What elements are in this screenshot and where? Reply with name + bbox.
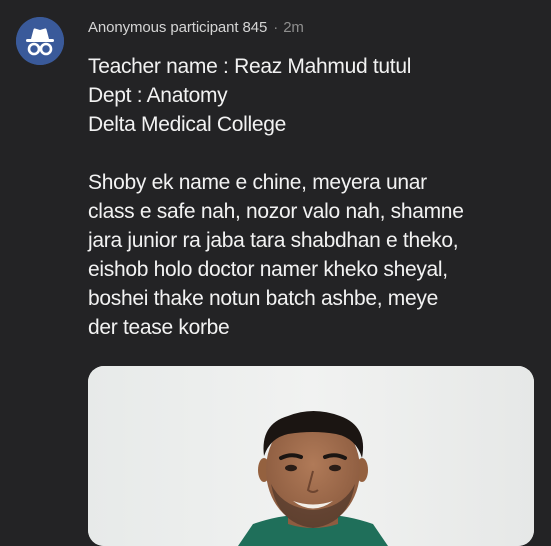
message-line: boshei thake notun batch ashbe, meye: [88, 287, 438, 310]
teacher-name-line: Teacher name : Reaz Mahmud tutul: [88, 55, 412, 78]
college-line: Delta Medical College: [88, 113, 286, 136]
message-line: eishob holo doctor namer kheko sheyal,: [88, 258, 448, 281]
post-body: Teacher name : Reaz Mahmud tutul Dept : …: [88, 52, 543, 342]
message-line: Shoby ek name e chine, meyera unar: [88, 171, 427, 194]
post-timestamp[interactable]: 2m: [283, 19, 304, 36]
department-line: Dept : Anatomy: [88, 84, 228, 107]
message-line: der tease korbe: [88, 316, 230, 339]
message-line: jara junior ra jaba tara shabdhan e thek…: [88, 229, 459, 252]
anonymous-post: Anonymous participant 845 · 2m Teacher nam…: [0, 0, 551, 546]
person-photo: [88, 366, 534, 546]
message-line: class e safe nah, nozor valo nah, shamne: [88, 200, 464, 223]
header-separator: ·: [273, 19, 279, 36]
incognito-icon: [16, 17, 64, 65]
anonymous-avatar[interactable]: [16, 17, 64, 65]
post-photo[interactable]: [88, 366, 534, 546]
author-name[interactable]: Anonymous participant 845: [88, 19, 267, 36]
post-header: Anonymous participant 845 · 2m: [88, 19, 304, 36]
